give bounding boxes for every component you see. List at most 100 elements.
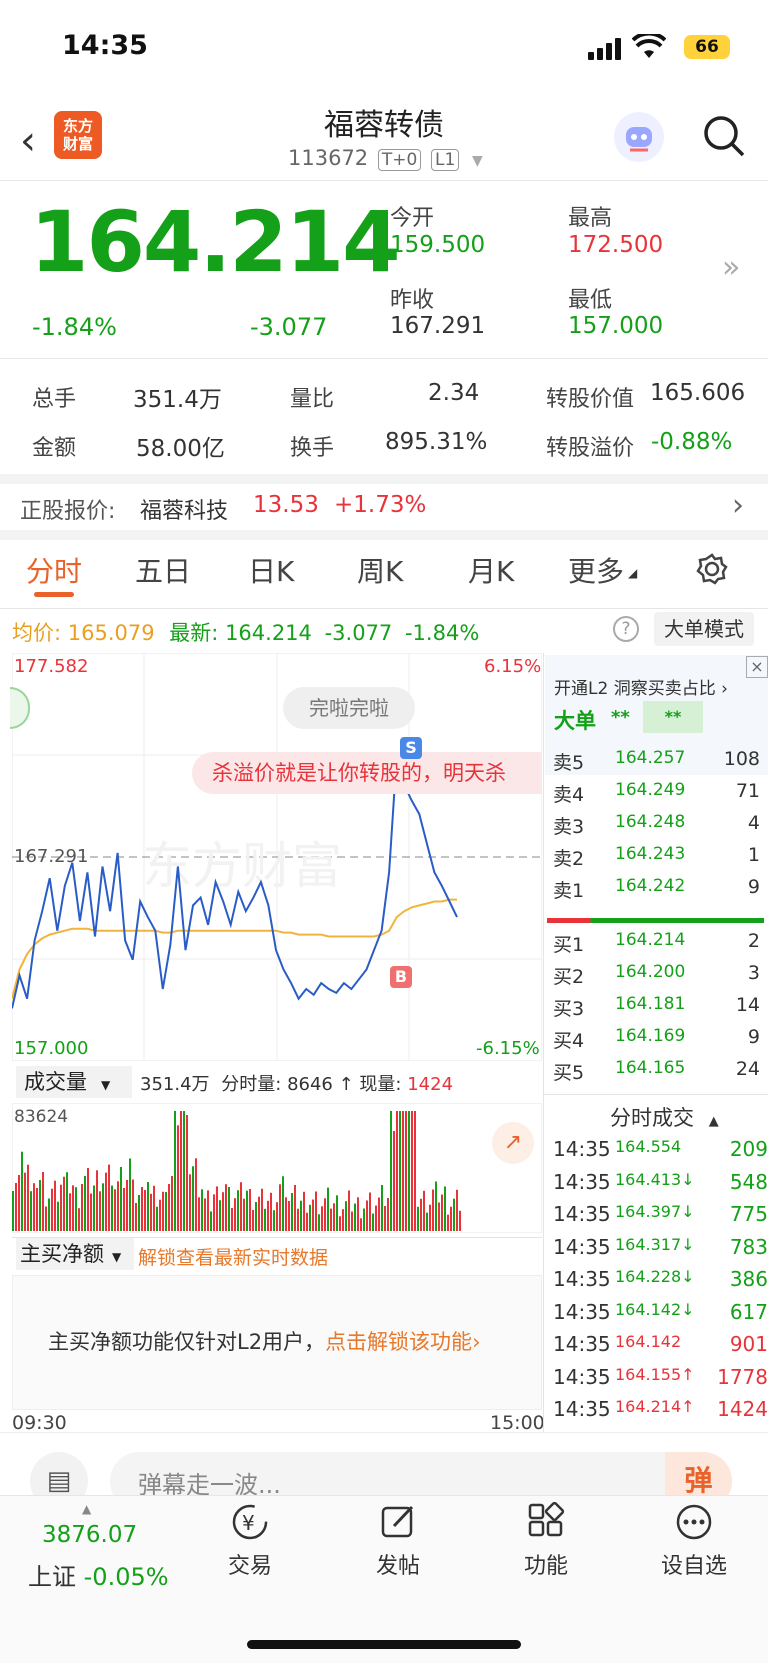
stock-chevron-icon[interactable]: › — [732, 488, 744, 523]
volume-bar — [276, 1202, 278, 1231]
volume-bar — [237, 1190, 239, 1231]
volume-bar — [117, 1181, 119, 1231]
volume-bar — [135, 1203, 137, 1231]
volume-bar — [45, 1206, 47, 1231]
volume-bar — [228, 1187, 230, 1231]
volume-bar — [60, 1184, 62, 1231]
fullscreen-icon[interactable]: ↗ — [492, 1122, 534, 1164]
index-name[interactable]: 上证 -0.05% — [28, 1557, 169, 1592]
expand-chevron-icon[interactable]: » — [722, 250, 740, 285]
nav-post[interactable]: 发帖 — [348, 1502, 448, 1580]
volume-bar — [252, 1210, 254, 1231]
volume-bar — [186, 1115, 188, 1231]
tab-five-day[interactable]: 五日 — [135, 550, 191, 590]
volume-bar — [336, 1195, 338, 1231]
tab-timeshare[interactable]: 分时 — [26, 550, 82, 590]
volume-bar — [405, 1111, 407, 1231]
volume-bar — [372, 1213, 374, 1231]
nav-trade[interactable]: ¥ 交易 — [200, 1502, 300, 1580]
index-value[interactable]: 3876.07 — [42, 1522, 137, 1548]
amount-value: 58.00亿 — [136, 436, 225, 462]
volume-bar — [144, 1190, 146, 1231]
stock-name[interactable]: 福蓉科技 — [140, 493, 228, 525]
volume-value: 351.4万 — [133, 387, 222, 413]
premium-label: 转股溢价 — [546, 436, 635, 461]
time-end-label: 15:00 — [490, 1412, 545, 1434]
ask-row: 卖2 164.243 1 — [553, 844, 760, 870]
indicator-select[interactable]: 成交量 ▼ — [16, 1066, 132, 1098]
high-value: 172.500 — [568, 232, 664, 258]
bid-row: 买3 164.181 14 — [553, 994, 760, 1020]
l2-banner-text[interactable]: 开通L2 洞察买卖占比 › — [554, 674, 728, 699]
volume-bar — [357, 1197, 359, 1231]
unlock-feature-link[interactable]: 点击解锁该功能 — [325, 1330, 472, 1354]
volume-bar — [78, 1208, 80, 1231]
settings-gear-icon[interactable] — [695, 552, 729, 586]
volume-bar — [168, 1184, 170, 1231]
amount-label: 金额 — [32, 436, 77, 461]
volume-bar — [408, 1111, 410, 1231]
volume-bar — [87, 1168, 89, 1231]
volume-bar — [306, 1212, 308, 1231]
tab-weekly-k[interactable]: 周K — [357, 550, 403, 590]
volume-bar — [435, 1181, 437, 1231]
volume-bar — [156, 1206, 158, 1231]
volume-bar — [96, 1170, 98, 1231]
volume-bar — [42, 1172, 44, 1231]
tab-more[interactable]: 更多 — [568, 550, 624, 590]
volume-chart — [12, 1103, 542, 1233]
more-dropdown-icon: ◢ — [628, 566, 638, 580]
volume-bar — [351, 1211, 353, 1231]
unlock-data-link[interactable]: 解锁查看最新实时数据 — [138, 1243, 328, 1270]
volume-bar — [27, 1164, 29, 1231]
netbuy-select[interactable]: 主买净额 ▼ — [16, 1238, 134, 1270]
big-order-mode-button[interactable]: 大单模式 — [654, 612, 754, 646]
turnover-value: 895.31% — [385, 429, 488, 455]
volume-bar — [429, 1204, 431, 1231]
volume-bar — [204, 1198, 206, 1231]
volume-bar — [171, 1176, 173, 1231]
tab-daily-k[interactable]: 日K — [248, 550, 294, 590]
high-label: 最高 — [568, 206, 613, 231]
battery-indicator: 66 — [684, 35, 730, 59]
volume-bar — [123, 1188, 125, 1231]
volume-summary: 351.4万 分时量: 8646 ↑ 现量: 1424 — [140, 1074, 454, 1095]
nav-watchlist[interactable]: 设自选 — [644, 1502, 744, 1580]
intraday-price-chart[interactable]: 东方财富 — [12, 653, 542, 1061]
volume-bar — [273, 1210, 275, 1231]
nav-function[interactable]: 功能 — [496, 1501, 596, 1580]
volume-bar — [192, 1166, 194, 1231]
volume-bar — [33, 1183, 35, 1231]
help-icon[interactable]: ? — [613, 616, 639, 642]
volume-bar — [81, 1184, 83, 1231]
stock-label: 正股报价: — [20, 499, 116, 524]
buy-marker[interactable]: B — [390, 966, 412, 988]
time-start-label: 09:30 — [12, 1412, 67, 1434]
volume-bar — [174, 1111, 176, 1231]
volume-bar — [219, 1200, 221, 1231]
prev-close-label: 167.291 — [14, 846, 89, 867]
volume-bar — [267, 1200, 269, 1231]
volume-bar — [393, 1131, 395, 1231]
volume-bar — [363, 1208, 365, 1231]
volume-bar — [102, 1183, 104, 1231]
volume-bar — [333, 1203, 335, 1231]
tab-monthly-k[interactable]: 月K — [468, 550, 514, 590]
danmu-comment: 杀溢价就是让你转股的，明天杀 — [192, 752, 542, 794]
netbuy-notice: 主买净额功能仅针对L2用户，点击解锁该功能› — [48, 1330, 481, 1354]
volume-bar — [132, 1179, 134, 1231]
volume-bar — [324, 1198, 326, 1231]
volume-bar — [414, 1111, 416, 1231]
y-max-label: 177.582 — [14, 656, 89, 677]
dropdown-icon[interactable]: ▼ — [472, 153, 483, 169]
close-icon[interactable]: × — [746, 656, 768, 678]
trades-list[interactable]: 14:35 164.554 209 14:35 164.413↓ 548 14:35 164.… — [553, 1137, 768, 1437]
security-code: 113672 T+0 L1 ▼ — [288, 146, 483, 171]
search-icon[interactable] — [702, 114, 746, 158]
bid-row: 买2 164.200 3 — [553, 962, 760, 988]
volume-bar — [72, 1185, 74, 1231]
volume-bar — [39, 1180, 41, 1231]
bid-row: 买1 164.214 2 — [553, 930, 760, 956]
sell-marker[interactable]: S — [400, 737, 422, 759]
robot-assistant-icon[interactable] — [614, 112, 664, 162]
